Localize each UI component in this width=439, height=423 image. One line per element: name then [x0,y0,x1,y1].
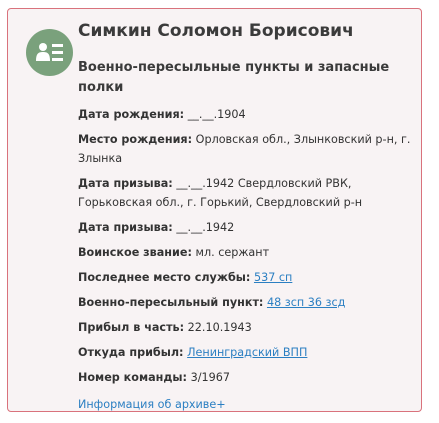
transit-point-link[interactable]: 48 зсп 36 зсд [267,296,345,309]
field-label: Откуда прибыл: [78,346,184,359]
field-label: Дата призыва: [78,221,173,234]
field-label: Воинское звание: [78,246,192,259]
field-transit-point: Военно-пересыльный пункт: 48 зсп 36 зсд [78,293,414,312]
field-label: Место рождения: [78,133,193,146]
field-label: Военно-пересыльный пункт: [78,296,264,309]
person-list-icon [26,29,73,76]
field-team-number: Номер команды: 3/1967 [78,368,414,387]
arrived-from-link[interactable]: Ленинградский ВПП [187,346,307,359]
person-name: Симкин Соломон Борисович [78,21,354,41]
field-arrival-date: Прибыл в часть: 22.10.1943 [78,318,414,337]
field-label: Последнее место службы: [78,271,251,284]
field-label: Прибыл в часть: [78,321,185,334]
field-birth-place: Место рождения: Орловская обл., Злынковс… [78,130,414,168]
archive-info-link[interactable]: Информация об архиве+ [78,395,226,414]
unit-type: Военно-пересыльные пункты и запасные пол… [78,60,390,95]
field-label: Дата призыва: [78,177,173,190]
field-label: Дата рождения: [78,108,185,121]
field-value: 22.10.1943 [187,321,252,334]
field-label: Номер команды: [78,371,188,384]
field-conscription-date-2: Дата призыва: __.__.1942 [78,218,414,237]
field-arrived-from: Откуда прибыл: Ленинградский ВПП [78,343,414,362]
field-birth-date: Дата рождения: __.__.1904 [78,105,414,124]
field-value: __.__.1942 [176,221,235,234]
field-value: мл. сержант [195,246,270,259]
field-value: 3/1967 [190,371,230,384]
person-card: Симкин Соломон Борисович Военно-пересыль… [7,8,422,412]
field-rank: Воинское звание: мл. сержант [78,243,414,262]
field-last-service: Последнее место службы: 537 сп [78,268,414,287]
last-service-link[interactable]: 537 сп [254,271,292,284]
field-conscription-date: Дата призыва: __.__.1942 Свердловский РВ… [78,174,414,212]
field-value: __.__.1904 [187,108,246,121]
